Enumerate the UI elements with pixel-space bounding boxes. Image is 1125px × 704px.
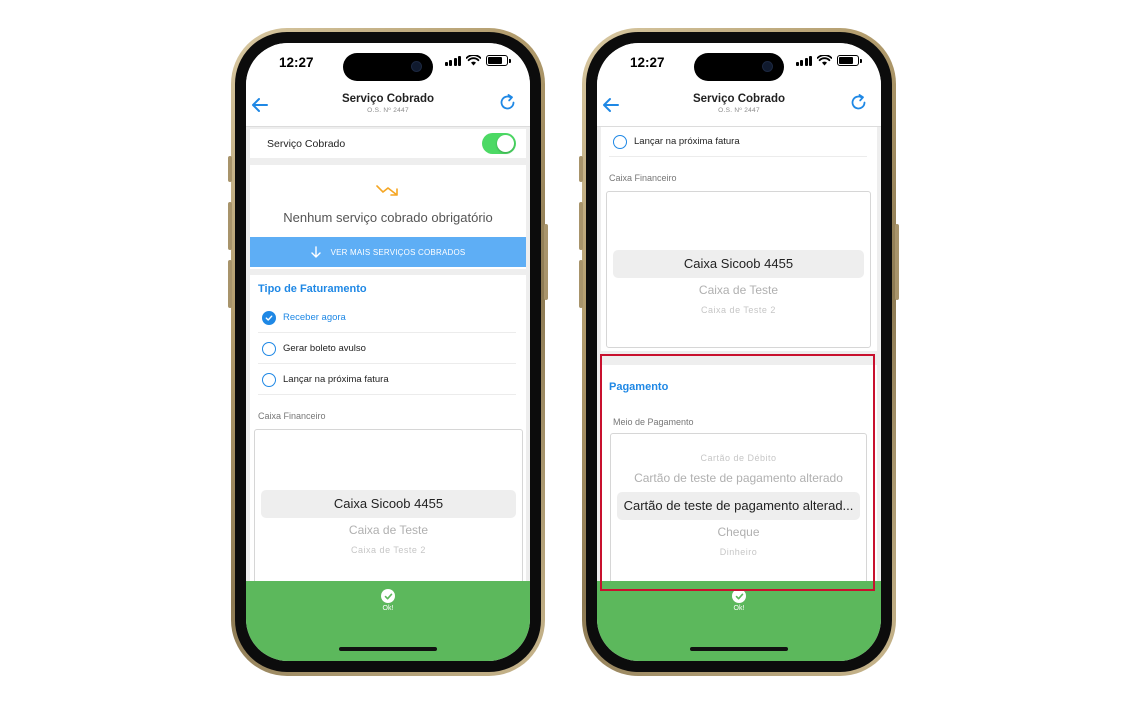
option-label: Receber agora — [283, 312, 346, 323]
status-time: 12:27 — [279, 55, 314, 70]
status-bar: 12:27 — [246, 43, 530, 93]
billing-card: Tipo de Faturamento Receber agora Gerar … — [250, 275, 526, 601]
option-receber-agora[interactable]: Receber agora — [258, 303, 516, 333]
check-icon — [265, 315, 273, 321]
trend-down-icon — [376, 185, 398, 196]
wifi-icon — [466, 55, 481, 66]
billing-title: Tipo de Faturamento — [258, 283, 367, 295]
show-more-services-button[interactable]: VER MAIS SERVIÇOS COBRADOS — [250, 237, 526, 267]
home-indicator — [690, 647, 788, 651]
radio-unchecked — [613, 134, 627, 149]
signal-icon — [795, 55, 812, 66]
option-label: Gerar boleto avulso — [283, 343, 366, 354]
battery-icon — [486, 55, 511, 66]
volume-up-button — [228, 202, 232, 250]
toggle-knob — [497, 135, 514, 152]
check-icon — [384, 593, 392, 599]
picker-item[interactable]: Caixa de Teste 2 — [607, 305, 870, 315]
status-time: 12:27 — [630, 55, 665, 70]
ok-label: Ok! — [733, 605, 745, 612]
billing-card-scrolled: Lançar na próxima fatura Caixa Financeir… — [601, 127, 877, 351]
battery-icon — [837, 55, 862, 66]
check-icon — [735, 593, 743, 599]
picker-item-selected[interactable]: Caixa Sicoob 4455 — [255, 496, 522, 511]
status-icons — [795, 55, 862, 66]
empty-message: Nenhum serviço cobrado obrigatório — [283, 210, 493, 225]
status-icons — [444, 55, 511, 66]
toggle-row: Serviço Cobrado — [250, 129, 526, 158]
refresh-icon[interactable] — [498, 93, 518, 113]
show-more-label: VER MAIS SERVIÇOS COBRADOS — [330, 247, 466, 257]
page-title: Serviço Cobrado — [692, 93, 786, 105]
highlight-box — [600, 354, 875, 591]
cash-label: Caixa Financeiro — [258, 411, 326, 421]
picker-item[interactable]: Caixa de Teste — [255, 523, 522, 537]
side-button — [228, 156, 232, 182]
toggle-label: Serviço Cobrado — [267, 138, 346, 150]
camera-icon — [411, 61, 422, 72]
page-subtitle: O.S. Nº 2447 — [367, 107, 409, 114]
volume-down-button — [579, 260, 583, 308]
phone-bezel: 12:27 Serviço Cobrado O.S. Nº 2447 Servi… — [235, 32, 541, 672]
power-button — [544, 224, 548, 300]
empty-state-card: Nenhum serviço cobrado obrigatório VER M… — [250, 165, 526, 269]
dynamic-island — [694, 53, 784, 81]
wifi-icon — [817, 55, 832, 66]
arrow-down-icon — [310, 246, 321, 258]
power-button — [895, 224, 899, 300]
option-label: Lançar na próxima fatura — [283, 374, 389, 385]
refresh-icon[interactable] — [849, 93, 869, 113]
cash-label: Caixa Financeiro — [609, 173, 677, 183]
nav-bar: Serviço Cobrado O.S. Nº 2447 — [597, 87, 881, 127]
check-circle-icon — [381, 589, 395, 603]
option-gerar-boleto[interactable]: Gerar boleto avulso — [258, 334, 516, 364]
service-toggle[interactable] — [482, 133, 516, 154]
picker-item-selected[interactable]: Caixa Sicoob 4455 — [607, 256, 870, 271]
home-indicator — [339, 647, 437, 651]
camera-icon — [762, 61, 773, 72]
volume-up-button — [579, 202, 583, 250]
option-proxima-fatura[interactable]: Lançar na próxima fatura — [258, 365, 516, 395]
ok-label: Ok! — [382, 605, 394, 612]
page-title: Serviço Cobrado — [341, 93, 435, 105]
radio-checked — [262, 310, 276, 325]
dynamic-island — [343, 53, 433, 81]
option-proxima-fatura[interactable]: Lançar na próxima fatura — [609, 127, 867, 157]
phone-screen: 12:27 Serviço Cobrado O.S. Nº 2447 Servi… — [246, 43, 530, 661]
volume-down-button — [228, 260, 232, 308]
radio-unchecked — [262, 372, 276, 387]
phone-frame-left: 12:27 Serviço Cobrado O.S. Nº 2447 Servi… — [228, 28, 548, 676]
cash-picker[interactable]: Caixa Sicoob 4455 Caixa de Teste Caixa d… — [254, 429, 523, 584]
cash-picker[interactable]: Caixa Sicoob 4455 Caixa de Teste Caixa d… — [606, 191, 871, 348]
nav-bar: Serviço Cobrado O.S. Nº 2447 — [246, 87, 530, 127]
radio-unchecked — [262, 341, 276, 356]
side-button — [579, 156, 583, 182]
option-label: Lançar na próxima fatura — [634, 136, 740, 147]
signal-icon — [444, 55, 461, 66]
page-subtitle: O.S. Nº 2447 — [718, 107, 760, 114]
check-circle-icon — [732, 589, 746, 603]
picker-item[interactable]: Caixa de Teste 2 — [255, 545, 522, 555]
picker-item[interactable]: Caixa de Teste — [607, 283, 870, 297]
status-bar: 12:27 — [597, 43, 881, 93]
